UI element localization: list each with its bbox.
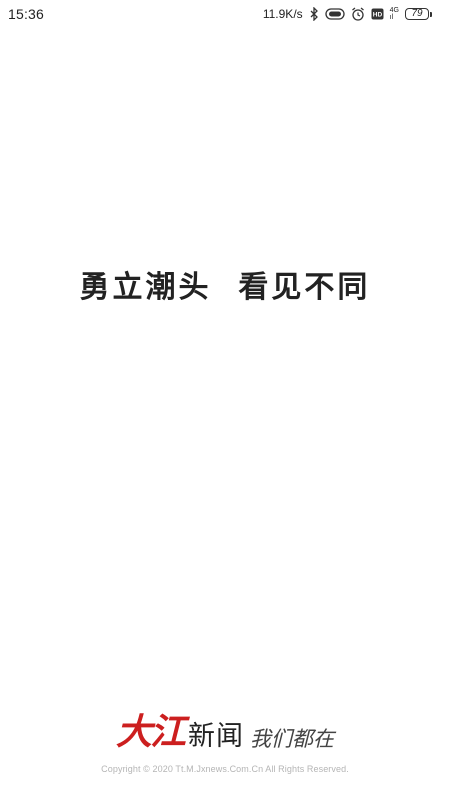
battery-tip bbox=[430, 11, 432, 17]
signal-icon: 4G ıl bbox=[390, 7, 399, 21]
brand-lockup: 大江 新闻 我们都在 bbox=[0, 714, 450, 750]
hd-icon: HD bbox=[371, 8, 384, 20]
status-icons: 11.9K/s HD 4G ıl 79 bbox=[263, 7, 432, 21]
copyright-text: Copyright © 2020 Tt.M.Jxnews.Com.Cn All … bbox=[101, 764, 349, 774]
battery-level: 79 bbox=[405, 8, 429, 20]
signal-bars: ıl bbox=[389, 14, 394, 21]
bluetooth-icon bbox=[309, 7, 319, 21]
net-speed: 11.9K/s bbox=[262, 7, 303, 21]
alarm-icon bbox=[351, 7, 365, 21]
status-bar: 15:36 11.9K/s HD 4G ıl 79 bbox=[0, 0, 450, 28]
battery-icon: 79 bbox=[405, 8, 432, 20]
toggle-icon bbox=[325, 8, 345, 20]
brand-logo: 大江 bbox=[115, 711, 186, 753]
hd-label: HD bbox=[372, 12, 382, 19]
splash-slogan: 勇立潮头 看见不同 bbox=[79, 270, 371, 305]
network-type: 4G bbox=[389, 7, 399, 14]
brand-name: 新闻 bbox=[188, 721, 244, 752]
brand-tagline: 我们都在 bbox=[250, 727, 334, 751]
status-time: 15:36 bbox=[8, 6, 45, 22]
